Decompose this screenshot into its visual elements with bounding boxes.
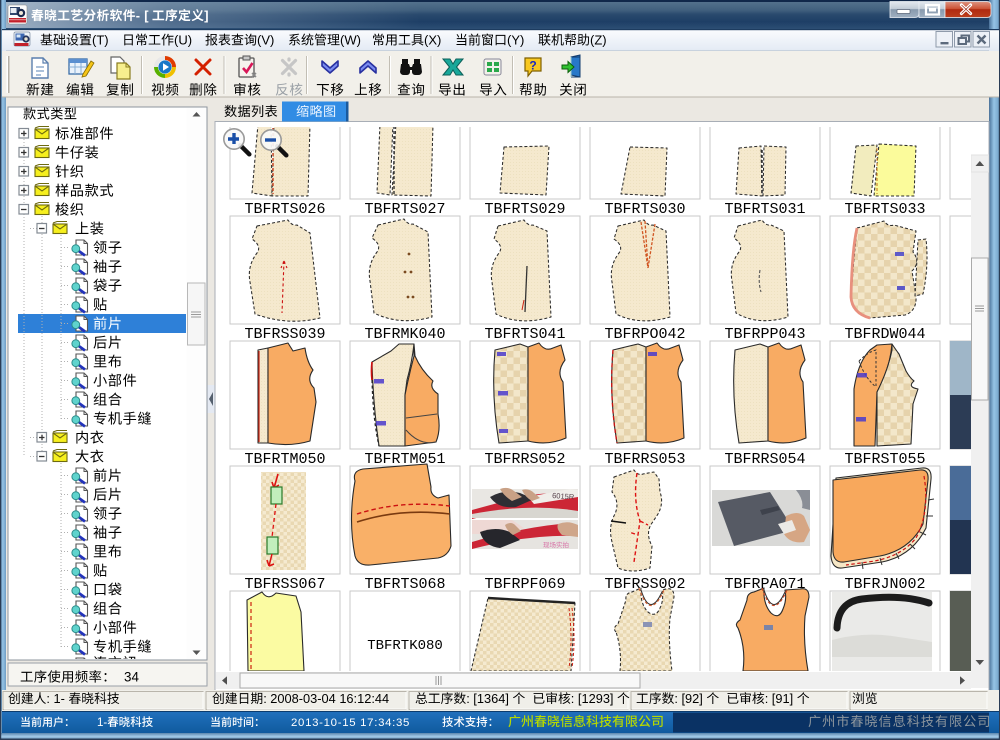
svg-text:TBFRMK040: TBFRMK040 xyxy=(364,326,445,343)
svg-text:(W): (W) xyxy=(340,33,361,48)
svg-text:(Z): (Z) xyxy=(590,33,607,48)
svg-text:?: ? xyxy=(529,59,536,73)
svg-text:(V): (V) xyxy=(257,33,274,48)
svg-text:TBFRPO042: TBFRPO042 xyxy=(604,326,685,343)
svg-text:(X): (X) xyxy=(424,33,441,48)
svg-text:1-: 1- xyxy=(97,717,107,729)
svg-text:: [91]: : [91] xyxy=(765,691,793,706)
svg-text:TBFRTS030: TBFRTS030 xyxy=(604,201,685,218)
svg-text:TBFRPA071: TBFRPA071 xyxy=(724,576,805,593)
svg-text:]: ] xyxy=(204,8,209,23)
svg-text:TBFRTS068: TBFRTS068 xyxy=(364,576,445,593)
svg-text:(Y): (Y) xyxy=(507,33,524,48)
svg-text:TBFRTM050: TBFRTM050 xyxy=(244,451,325,468)
svg-text:TBFRTS031: TBFRTS031 xyxy=(724,201,805,218)
svg-text:TBFRTS027: TBFRTS027 xyxy=(364,201,445,218)
svg-text:TBFRSS067: TBFRSS067 xyxy=(244,576,325,593)
svg-text:6015R: 6015R xyxy=(552,491,575,502)
svg-text:TBFRRS052: TBFRRS052 xyxy=(484,451,565,468)
svg-text:: [1364]: : [1364] xyxy=(466,691,509,706)
svg-text:TBFRPF069: TBFRPF069 xyxy=(484,576,565,593)
svg-text:TBFRRS054: TBFRRS054 xyxy=(724,451,805,468)
svg-text:TBFRST055: TBFRST055 xyxy=(844,451,925,468)
svg-text:(T): (T) xyxy=(92,33,109,48)
svg-text:TBFRJN002: TBFRJN002 xyxy=(844,576,925,593)
svg-text:34: 34 xyxy=(124,670,139,685)
svg-text:TBFRTS029: TBFRTS029 xyxy=(484,201,565,218)
svg-text:TBFRDW044: TBFRDW044 xyxy=(844,326,925,343)
svg-text:2013-10-15 17:34:35: 2013-10-15 17:34:35 xyxy=(291,717,410,729)
svg-text:TBFRRS053: TBFRRS053 xyxy=(604,451,685,468)
svg-text:现场实拍: 现场实拍 xyxy=(543,540,569,549)
svg-text:TBFRPP043: TBFRPP043 xyxy=(724,326,805,343)
svg-text:TBFRTS033: TBFRTS033 xyxy=(844,201,925,218)
svg-text:(U): (U) xyxy=(174,33,192,48)
svg-text:: 2008-03-04 16:12:44: : 2008-03-04 16:12:44 xyxy=(263,691,389,706)
svg-text:- [: - [ xyxy=(136,8,149,23)
svg-text:TBFRTM051: TBFRTM051 xyxy=(364,451,445,468)
svg-text:TBFRTK080: TBFRTK080 xyxy=(367,638,443,654)
svg-text:: [92]: : [92] xyxy=(674,691,702,706)
svg-text:TBFRTS041: TBFRTS041 xyxy=(484,326,565,343)
svg-text:: [1293]: : [1293] xyxy=(571,691,614,706)
svg-text:TBFRSS002: TBFRSS002 xyxy=(604,576,685,593)
svg-text:TBFRTS026: TBFRTS026 xyxy=(244,201,325,218)
svg-text:: 1-: : 1- xyxy=(46,691,65,706)
svg-text:TBFRSS039: TBFRSS039 xyxy=(244,326,325,343)
